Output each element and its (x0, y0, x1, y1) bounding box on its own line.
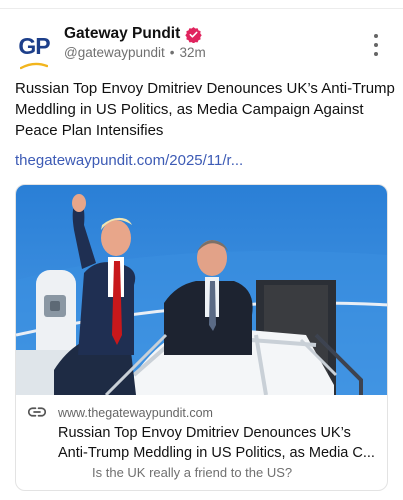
post-card[interactable]: GP Gateway Pundit @gatewaypundit • 32m R… (0, 10, 403, 500)
card-description: Is the UK really a friend to the US? (92, 465, 293, 480)
author-name[interactable]: Gateway Pundit (64, 25, 180, 43)
card-title[interactable]: Russian Top Envoy Dmitriev Denounces UK’… (58, 423, 383, 463)
card-title-line-1: Russian Top Envoy Dmitriev Denounces UK’… (58, 425, 351, 441)
link-preview-card[interactable]: www.thegatewaypundit.com Russian Top Env… (15, 184, 388, 491)
post-link[interactable]: thegatewaypundit.com/2025/11/r... (15, 150, 243, 171)
post-text: Russian Top Envoy Dmitriev Denounces UK’… (15, 80, 395, 139)
preview-image[interactable] (16, 185, 388, 395)
logo-swoosh-icon (20, 62, 48, 70)
avatar[interactable]: GP (14, 29, 54, 70)
link-icon (28, 407, 46, 417)
post-time[interactable]: 32m (180, 45, 206, 60)
author-row: Gateway Pundit (64, 24, 202, 44)
verified-badge-icon (185, 26, 202, 43)
card-footer[interactable]: www.thegatewaypundit.com Russian Top Env… (16, 395, 387, 490)
handle-row: @gatewaypundit • 32m (64, 45, 206, 60)
card-domain: www.thegatewaypundit.com (58, 406, 213, 420)
card-title-line-2: Anti-Trump Meddling in US Politics, as M… (58, 445, 375, 461)
separator-dot: • (169, 45, 175, 60)
more-options-icon[interactable] (370, 34, 382, 56)
author-handle[interactable]: @gatewaypundit (64, 45, 165, 60)
avatar-logo-text: GP (18, 32, 50, 59)
top-divider (0, 0, 403, 9)
